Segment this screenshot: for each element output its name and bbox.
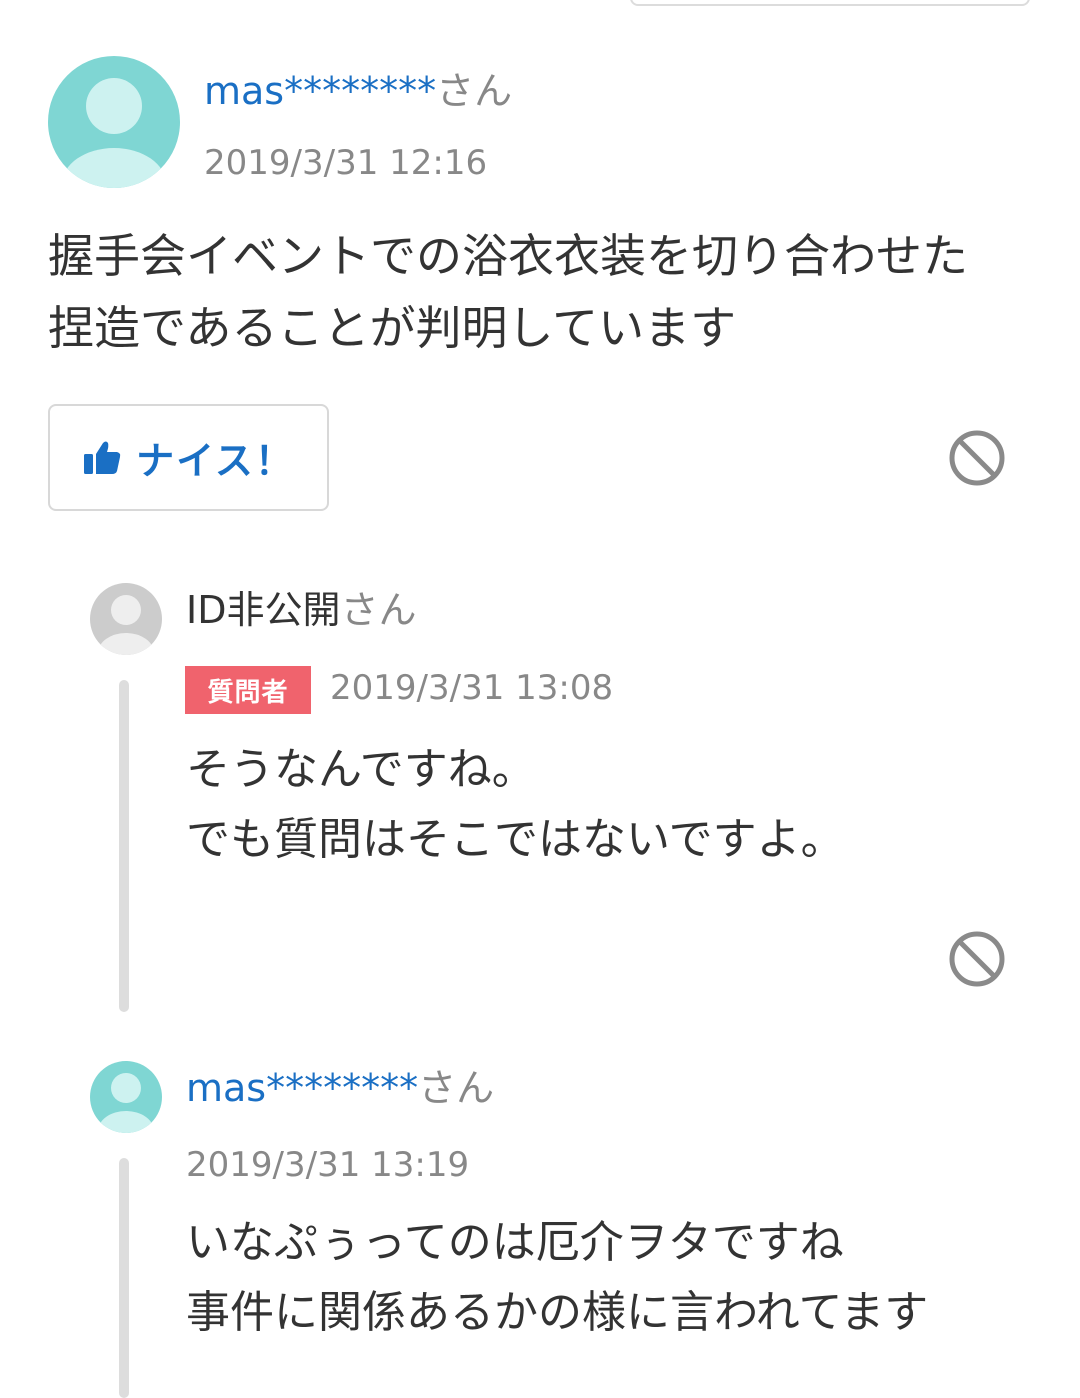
reply1-body: そうなんですね。 でも質問はそこではないですよ。 <box>186 735 845 875</box>
thumbs-up-icon <box>84 441 121 474</box>
reply2-user-suffix: さん <box>418 1066 495 1110</box>
answer-body-line: 握手会イベントでの浴衣衣装を切り合わせた <box>48 229 968 283</box>
user-avatar-icon <box>48 56 180 188</box>
block-icon[interactable] <box>947 428 1007 488</box>
reply2-body-line: いなぷぅってのは厄介ヲタですね <box>186 1217 844 1268</box>
answer-username[interactable]: mas********さん <box>204 72 512 110</box>
block-icon[interactable] <box>947 929 1007 989</box>
answer-avatar[interactable] <box>48 56 180 188</box>
answer-user-handle[interactable]: mas******** <box>204 69 436 113</box>
reply2-thread-line <box>119 1158 129 1398</box>
reply2-user-handle[interactable]: mas******** <box>186 1066 418 1110</box>
answer-body: 握手会イベントでの浴衣衣装を切り合わせた 捏造であることが判明しています <box>48 220 968 364</box>
user-avatar-icon <box>90 1061 162 1133</box>
reply1-timestamp: 2019/3/31 13:08 <box>330 668 614 708</box>
answer-timestamp: 2019/3/31 12:16 <box>204 143 488 183</box>
reply2-avatar[interactable] <box>90 1061 162 1133</box>
answer-body-line: 捏造であることが判明しています <box>48 301 737 355</box>
reply1-body-line: でも質問はそこではないですよ。 <box>186 814 845 865</box>
answer-user-suffix: さん <box>436 69 513 113</box>
reply2-body: いなぷぅってのは厄介ヲタですね 事件に関係あるかの様に言われてます <box>186 1208 928 1348</box>
reply2-username[interactable]: mas********さん <box>186 1069 494 1107</box>
reply1-thread-line <box>119 680 129 1012</box>
top-cutoff-button[interactable] <box>630 0 1030 6</box>
nice-button-label: ナイス！ <box>136 439 295 483</box>
reply2-timestamp: 2019/3/31 13:19 <box>186 1145 470 1185</box>
reply1-body-line: そうなんですね。 <box>186 744 536 795</box>
reply1-avatar <box>90 583 162 655</box>
reply2-body-line: 事件に関係あるかの様に言われてます <box>186 1287 929 1338</box>
questioner-badge: 質問者 <box>185 666 311 714</box>
reply1-username: ID非公開さん <box>186 591 416 629</box>
reply1-user-suffix: さん <box>340 588 417 632</box>
user-avatar-icon <box>90 583 162 655</box>
reply1-user-handle: ID非公開 <box>186 588 341 632</box>
nice-button[interactable]: ナイス！ <box>48 404 329 511</box>
